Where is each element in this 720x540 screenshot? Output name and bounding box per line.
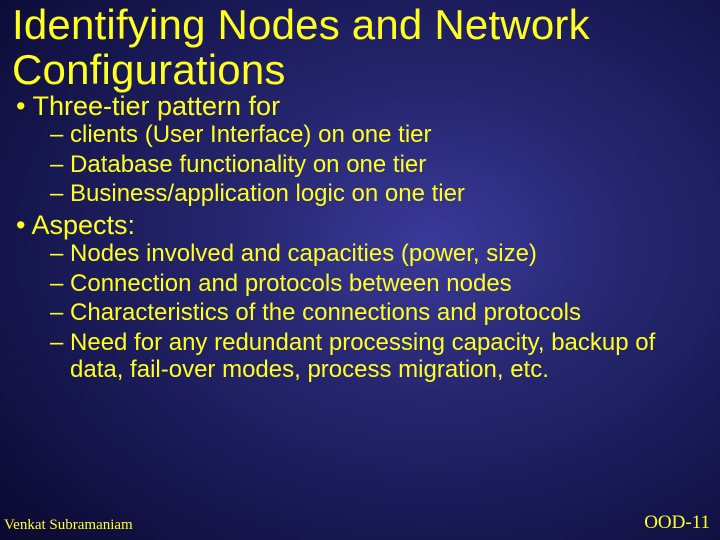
sub-bullet-nodes-capacities: – Nodes involved and capacities (power, … (12, 240, 708, 268)
sub-bullet-business-logic: – Business/application logic on one tier (12, 180, 708, 208)
footer-author: Venkat Subramaniam (4, 517, 133, 534)
sub-bullet-clients: – clients (User Interface) on one tier (12, 121, 708, 149)
sub-bullet-redundant: – Need for any redundant processing capa… (12, 329, 708, 384)
slide: Identifying Nodes and Network Configurat… (0, 0, 720, 540)
footer-pagenum: OOD-11 (644, 512, 710, 534)
sub-bullet-database: – Database functionality on one tier (12, 151, 708, 179)
sub-bullet-characteristics: – Characteristics of the connections and… (12, 299, 708, 327)
page-title: Identifying Nodes and Network Configurat… (12, 2, 708, 93)
bullet-three-tier: • Three-tier pattern for (12, 91, 708, 121)
sub-bullet-connection-protocols: – Connection and protocols between nodes (12, 270, 708, 298)
slide-body: • Three-tier pattern for – clients (User… (12, 91, 708, 384)
bullet-aspects: • Aspects: (12, 210, 708, 240)
